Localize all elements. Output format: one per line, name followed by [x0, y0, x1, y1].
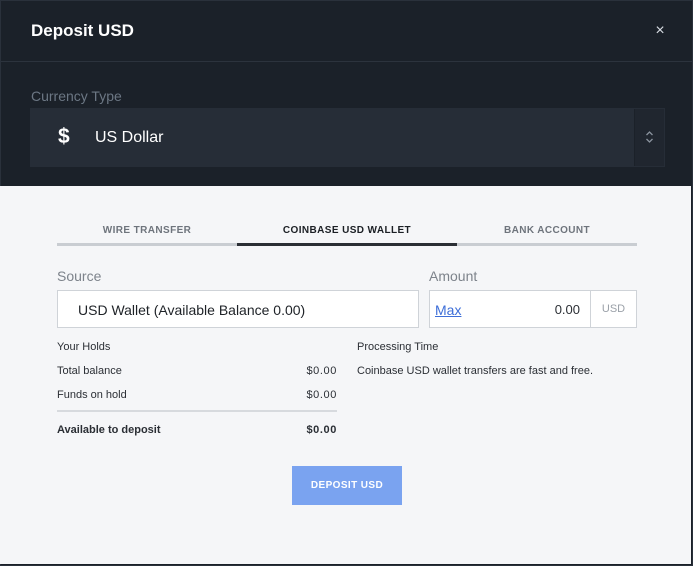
tab-bank-account[interactable]: BANK ACCOUNT — [457, 222, 637, 246]
funds-on-hold-label: Funds on hold — [57, 389, 127, 401]
total-balance-value: $0.00 — [306, 365, 337, 377]
modal-title: Deposit USD — [31, 21, 134, 40]
amount-input[interactable]: 0.00 — [500, 302, 580, 317]
source-select[interactable]: USD Wallet (Available Balance 0.00) — [57, 290, 419, 328]
max-link[interactable]: Max — [435, 302, 461, 318]
tab-coinbase-usd-wallet[interactable]: COINBASE USD WALLET — [237, 222, 457, 246]
dollar-icon: $ — [58, 125, 70, 148]
currency-type-label: Currency Type — [31, 88, 122, 104]
amount-field: Max 0.00 USD — [429, 290, 637, 328]
processing-time-text: Coinbase USD wallet transfers are fast a… — [357, 365, 594, 377]
currency-selected-value: US Dollar — [95, 129, 164, 146]
amount-currency-unit: USD — [590, 291, 636, 327]
available-to-deposit-value: $0.00 — [306, 424, 337, 436]
tab-wire-transfer[interactable]: WIRE TRANSFER — [57, 222, 237, 246]
your-holds-title: Your Holds — [57, 341, 111, 353]
modal-header: Deposit USD × — [1, 1, 692, 62]
source-value: USD Wallet (Available Balance 0.00) — [78, 302, 306, 318]
processing-time-title: Processing Time — [357, 341, 439, 353]
deposit-usd-button[interactable]: DEPOSIT USD — [292, 466, 402, 505]
deposit-method-tabs: WIRE TRANSFER COINBASE USD WALLET BANK A… — [57, 222, 637, 246]
holds-divider — [57, 410, 337, 412]
source-label: Source — [57, 268, 102, 284]
funds-on-hold-value: $0.00 — [306, 389, 337, 401]
currency-select[interactable]: $ US Dollar — [30, 108, 665, 167]
close-icon[interactable]: × — [653, 23, 667, 39]
amount-label: Amount — [429, 268, 478, 284]
select-arrows-icon[interactable] — [634, 109, 664, 166]
available-to-deposit-label: Available to deposit — [57, 424, 161, 436]
total-balance-label: Total balance — [57, 365, 122, 377]
